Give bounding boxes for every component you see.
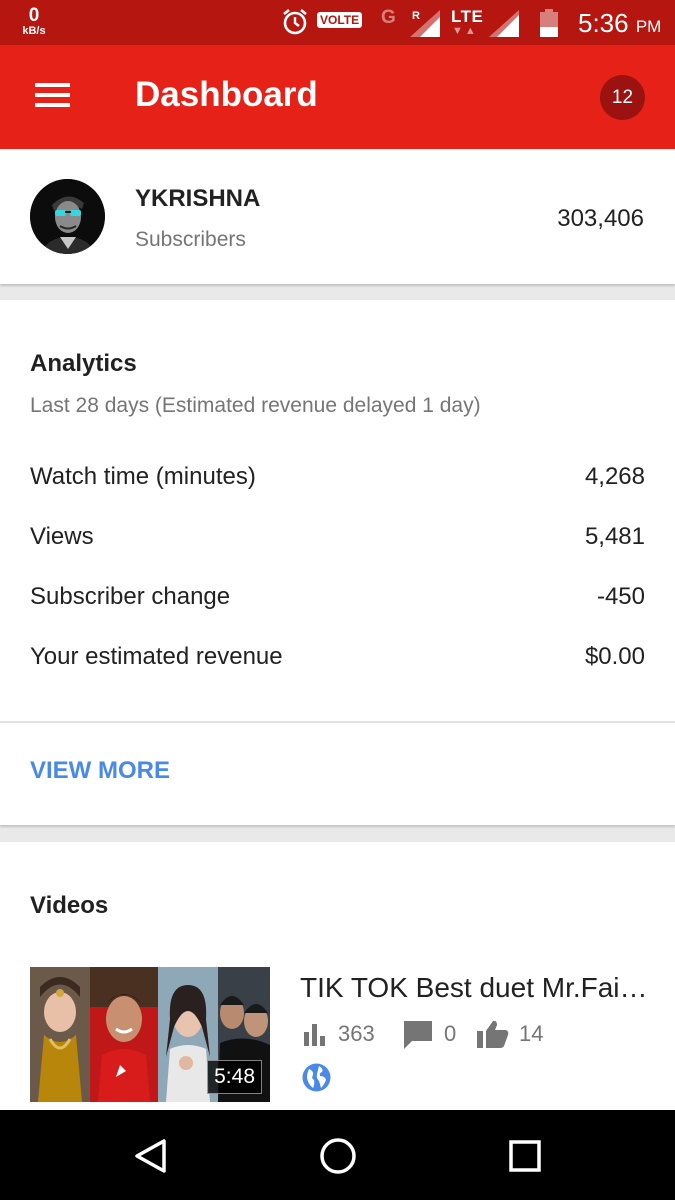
video-views-stat: 363 <box>302 1019 375 1049</box>
thumbs-up-icon <box>477 1020 509 1048</box>
video-duration: 5:48 <box>207 1060 262 1094</box>
video-views-count: 363 <box>338 1021 375 1046</box>
metric-label: Your estimated revenue <box>30 643 283 670</box>
battery-icon <box>540 9 558 37</box>
lte-label: LTE <box>451 7 484 26</box>
metric-row-revenue: Your estimated revenue $0.00 <box>30 643 645 683</box>
status-clock: 5:36 PM <box>578 8 661 39</box>
clock-ampm: PM <box>635 17 662 36</box>
clock-time: 5:36 <box>578 8 629 38</box>
avatar <box>30 179 105 254</box>
divider <box>0 721 675 723</box>
comment-bubble-icon <box>404 1021 432 1049</box>
cell-signal-icon <box>489 10 519 37</box>
videos-card: Videos 5:48 TIK TOK Best duet Mr.Faisu..… <box>0 842 675 1112</box>
video-likes-stat: 14 <box>476 1019 543 1049</box>
metric-label: Views <box>30 523 94 550</box>
back-triangle-icon <box>135 1139 166 1173</box>
video-title[interactable]: TIK TOK Best duet Mr.Faisu... <box>300 972 648 1004</box>
data-arrows-icon: ▼▲ <box>452 25 478 37</box>
metric-row-views: Views 5,481 <box>30 523 645 563</box>
network-speed: 0 kB/s <box>16 6 52 37</box>
notification-badge[interactable]: 12 <box>600 75 645 120</box>
video-likes-count: 14 <box>519 1021 544 1046</box>
nav-back-button[interactable] <box>126 1132 174 1180</box>
menu-button[interactable] <box>22 73 70 121</box>
subscribers-count: 303,406 <box>557 205 644 232</box>
page-title: Dashboard <box>135 75 318 114</box>
metric-value: 4,268 <box>584 463 645 490</box>
video-comments-count: 0 <box>444 1021 457 1046</box>
recents-square-icon <box>509 1140 541 1172</box>
metric-value: $0.00 <box>584 643 645 670</box>
system-nav-bar <box>0 1110 675 1200</box>
hamburger-menu-line <box>35 103 70 107</box>
hamburger-menu-icon <box>35 83 70 87</box>
avatar-image <box>30 179 105 254</box>
status-bar: 0 kB/s VOLTE G R LTE ▼▲ 5:36 PM <box>0 0 675 45</box>
network-g-label: G <box>381 7 396 28</box>
metric-row-subscriber-change: Subscriber change -450 <box>30 583 645 623</box>
channel-name: YKRISHNA <box>135 185 261 212</box>
metric-row-watch-time: Watch time (minutes) 4,268 <box>30 463 645 503</box>
app-bar: Dashboard 12 <box>0 45 675 149</box>
alarm-clock-icon <box>283 8 307 35</box>
network-speed-value: 0 <box>28 5 40 26</box>
hamburger-menu-line <box>35 93 70 97</box>
analytics-title: Analytics <box>30 350 137 377</box>
nav-home-button[interactable] <box>314 1132 362 1180</box>
metric-value: -450 <box>596 583 645 610</box>
analytics-subtitle: Last 28 days (Estimated revenue delayed … <box>30 394 481 417</box>
home-circle-icon <box>320 1138 356 1174</box>
public-globe-icon <box>302 1063 331 1092</box>
volte-badge: VOLTE <box>317 12 363 28</box>
video-thumbnail[interactable]: 5:48 <box>30 967 270 1102</box>
nav-recents-button[interactable] <box>501 1132 549 1180</box>
metric-label: Watch time (minutes) <box>30 463 256 490</box>
channel-card[interactable]: YKRISHNA Subscribers 303,406 <box>0 149 675 284</box>
view-more-button[interactable]: VIEW MORE <box>30 757 170 785</box>
subscribers-label: Subscribers <box>135 228 246 251</box>
videos-title: Videos <box>30 892 109 919</box>
video-comments-stat: 0 <box>402 1019 456 1049</box>
network-speed-unit: kB/s <box>22 25 46 37</box>
roaming-r-label: R <box>412 10 420 22</box>
bar-chart-icon <box>304 1024 325 1046</box>
analytics-card: Analytics Last 28 days (Estimated revenu… <box>0 300 675 825</box>
metric-value: 5,481 <box>584 523 645 550</box>
metric-label: Subscriber change <box>30 583 231 610</box>
